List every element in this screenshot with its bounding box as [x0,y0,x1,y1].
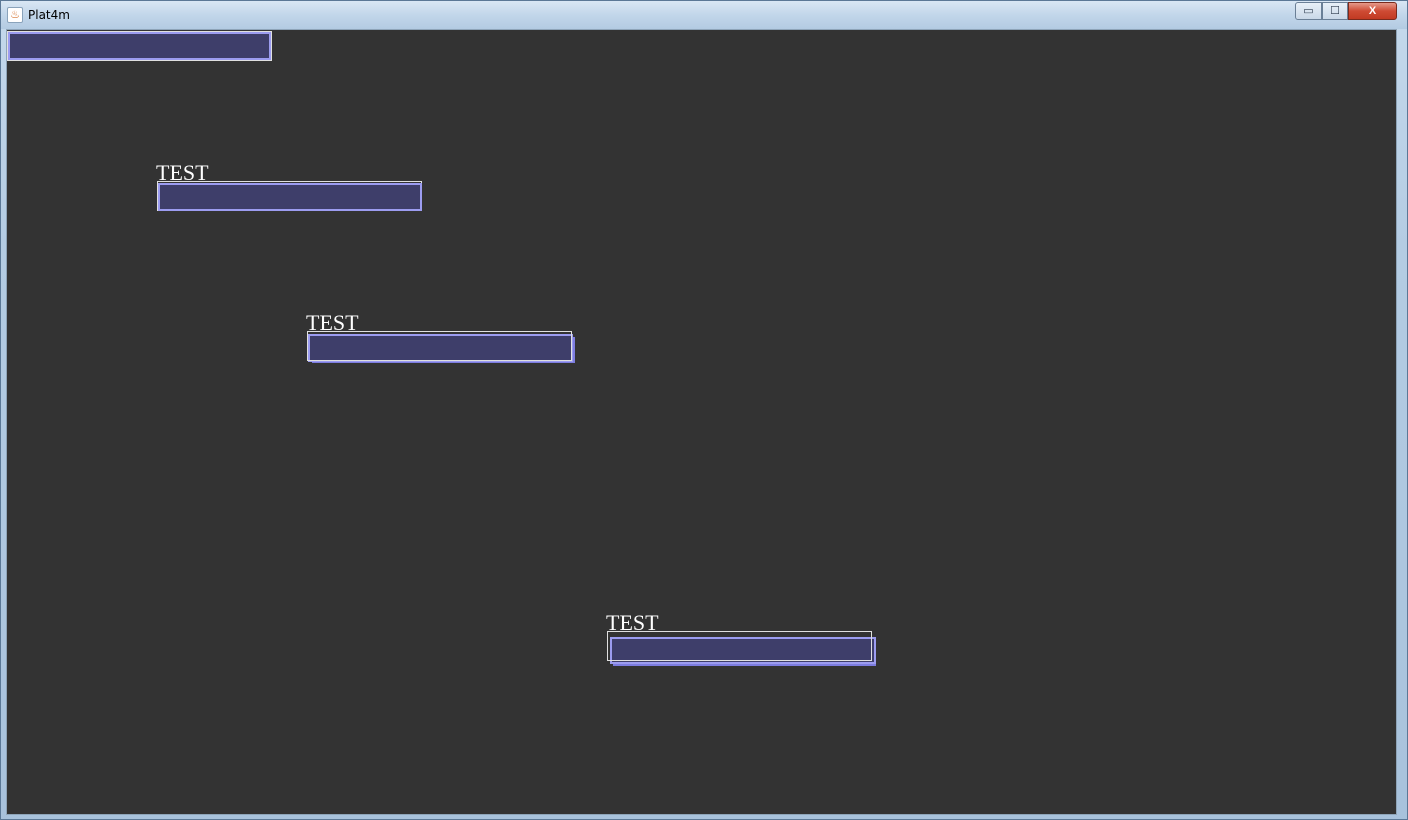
platform [8,32,271,60]
app-window: ♨ Plat4m ▭ ☐ X TEST TEST TEST [0,0,1408,820]
minimize-button[interactable]: ▭ [1295,2,1322,20]
game-canvas[interactable]: TEST TEST TEST [6,29,1397,815]
java-icon: ♨ [7,7,23,23]
title-bar[interactable]: ♨ Plat4m ▭ ☐ X [1,1,1407,29]
platform-outline [307,331,572,361]
platform-outline [607,631,872,661]
maximize-button[interactable]: ☐ [1322,2,1348,20]
window-title: Plat4m [28,8,70,22]
close-button[interactable]: X [1348,2,1397,20]
platform [158,183,422,211]
